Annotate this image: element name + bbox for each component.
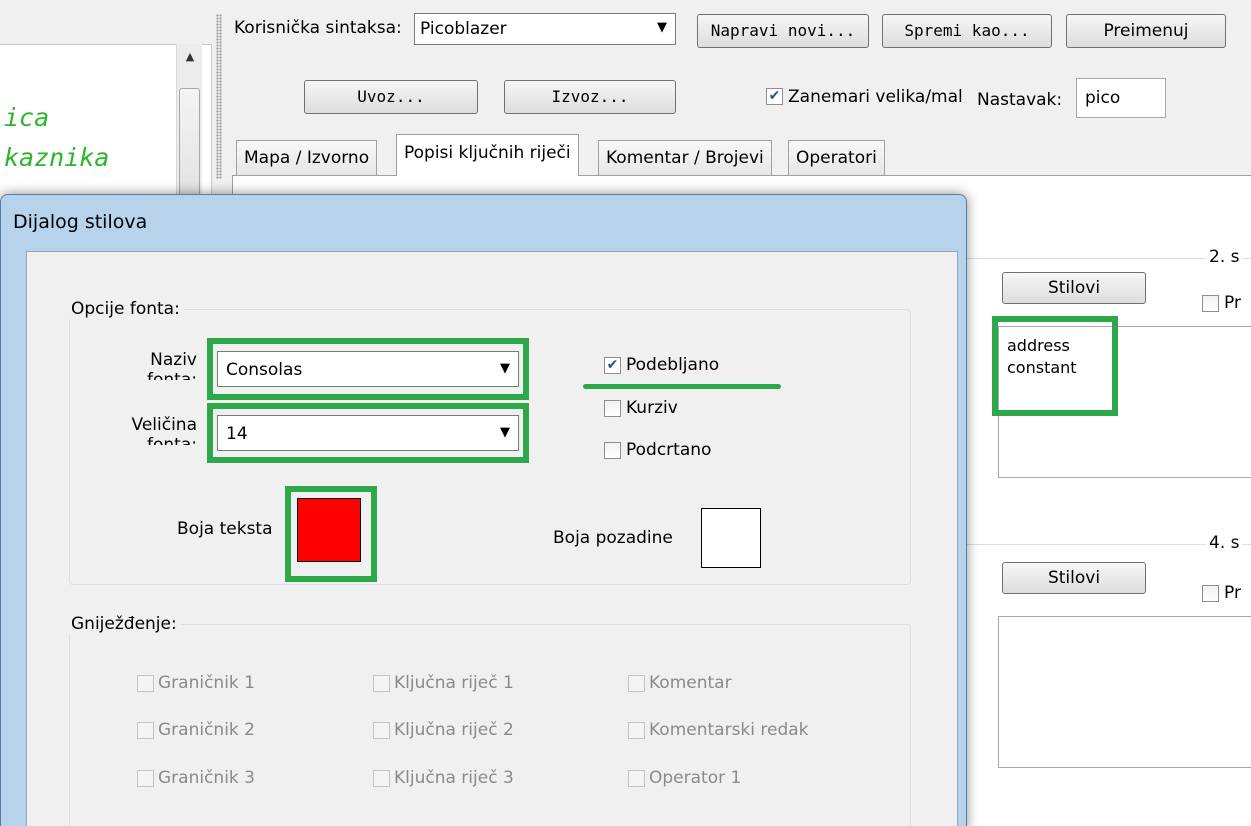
export-button[interactable]: Izvoz... bbox=[504, 80, 676, 114]
highlight-keywords-box bbox=[992, 316, 1118, 416]
keywords-textarea[interactable] bbox=[998, 616, 1251, 768]
styles-button[interactable]: Stilovi bbox=[1002, 272, 1146, 304]
highlight-underline bbox=[583, 384, 781, 389]
syntax-value: Picoblazer bbox=[420, 19, 507, 39]
prefix-checkbox[interactable] bbox=[1202, 295, 1219, 312]
tab-mapa-izvorno[interactable]: Mapa / Izvorno bbox=[236, 140, 378, 176]
italic-checkbox[interactable] bbox=[604, 400, 621, 417]
code-line: ica bbox=[4, 103, 50, 132]
underline-checkbox[interactable] bbox=[604, 442, 621, 459]
group-title: 4. s bbox=[1206, 533, 1243, 553]
nesting-checkbox[interactable] bbox=[373, 770, 390, 787]
nesting-checkbox[interactable] bbox=[137, 675, 154, 692]
text-color-label: Boja teksta bbox=[177, 519, 273, 539]
splitter-grip-icon bbox=[216, 14, 222, 179]
nesting-item-label: Operator 1 bbox=[649, 768, 742, 788]
nesting-checkbox[interactable] bbox=[373, 722, 390, 739]
bg-color-swatch[interactable] bbox=[701, 508, 761, 568]
bold-checkbox[interactable]: ✔ bbox=[604, 357, 621, 374]
nesting-checkbox[interactable] bbox=[628, 675, 645, 692]
highlight-text-color bbox=[285, 486, 377, 582]
ignore-case-label: Zanemari velika/mal bbox=[788, 87, 963, 107]
nesting-checkbox[interactable] bbox=[137, 770, 154, 787]
extension-value: pico bbox=[1085, 88, 1121, 108]
dialog-body: Opcije fonta: Naziv fonta: Consolas ▼ Ve… bbox=[26, 251, 958, 826]
italic-label: Kurziv bbox=[626, 398, 678, 418]
syntax-label: Korisnička sintaksa: bbox=[234, 18, 402, 38]
dialog-title: Dijalog stilova bbox=[13, 211, 148, 233]
prefix-label: Pr bbox=[1224, 583, 1241, 603]
highlight-font-size bbox=[207, 403, 529, 463]
nesting-label: Gniježđenje: bbox=[67, 614, 181, 634]
nesting-item-label: Ključna riječ 2 bbox=[394, 720, 514, 740]
style-dialog: Dijalog stilova Opcije fonta: Naziv font… bbox=[0, 194, 967, 826]
highlight-font-name bbox=[207, 338, 529, 400]
new-syntax-button[interactable]: Napravi novi... bbox=[697, 14, 869, 48]
tab-komentar-brojevi[interactable]: Komentar / Brojevi bbox=[598, 140, 772, 176]
nesting-item-label: Komentarski redak bbox=[649, 720, 809, 740]
styles-button[interactable]: Stilovi bbox=[1002, 562, 1146, 594]
font-size-label: Veličina fonta: bbox=[131, 415, 197, 445]
nesting-item-label: Komentar bbox=[649, 673, 732, 693]
prefix-checkbox[interactable] bbox=[1202, 585, 1219, 602]
extension-label: Nastavak: bbox=[977, 90, 1063, 110]
nesting-item-label: Graničnik 1 bbox=[158, 673, 255, 693]
bg-color-label: Boja pozadine bbox=[553, 528, 673, 548]
tab-popisi-kljucnih-rijeci[interactable]: Popisi ključnih riječi bbox=[396, 134, 579, 176]
import-button[interactable]: Uvoz... bbox=[304, 80, 478, 114]
underline-label: Podcrtano bbox=[626, 440, 712, 460]
nesting-item-label: Graničnik 2 bbox=[158, 720, 255, 740]
code-line: kaznika bbox=[4, 143, 110, 172]
nesting-item-label: Ključna riječ 3 bbox=[394, 768, 514, 788]
nesting-item-label: Ključna riječ 1 bbox=[394, 673, 514, 693]
scroll-up-icon[interactable]: ▲ bbox=[177, 50, 203, 74]
syntax-select[interactable]: Picoblazer ▼ bbox=[414, 13, 676, 45]
nesting-checkbox[interactable] bbox=[373, 675, 390, 692]
extension-input[interactable]: pico bbox=[1076, 78, 1166, 118]
nesting-checkbox[interactable] bbox=[137, 722, 154, 739]
bold-label: Podebljano bbox=[626, 355, 720, 375]
rename-button[interactable]: Preimenuj bbox=[1066, 14, 1226, 48]
prefix-label: Pr bbox=[1224, 293, 1241, 313]
nesting-item-label: Graničnik 3 bbox=[158, 768, 255, 788]
save-as-button[interactable]: Spremi kao... bbox=[882, 14, 1052, 48]
tab-operatori[interactable]: Operatori bbox=[788, 140, 885, 176]
nesting-checkbox[interactable] bbox=[628, 722, 645, 739]
nesting-checkbox[interactable] bbox=[628, 770, 645, 787]
font-options-label: Opcije fonta: bbox=[67, 299, 184, 319]
font-name-label: Naziv fonta: bbox=[147, 350, 197, 380]
group-title: 2. s bbox=[1206, 247, 1243, 267]
ignore-case-checkbox[interactable]: ✔ bbox=[766, 88, 783, 105]
editor-top-area bbox=[0, 0, 212, 44]
chevron-down-icon: ▼ bbox=[657, 20, 667, 35]
